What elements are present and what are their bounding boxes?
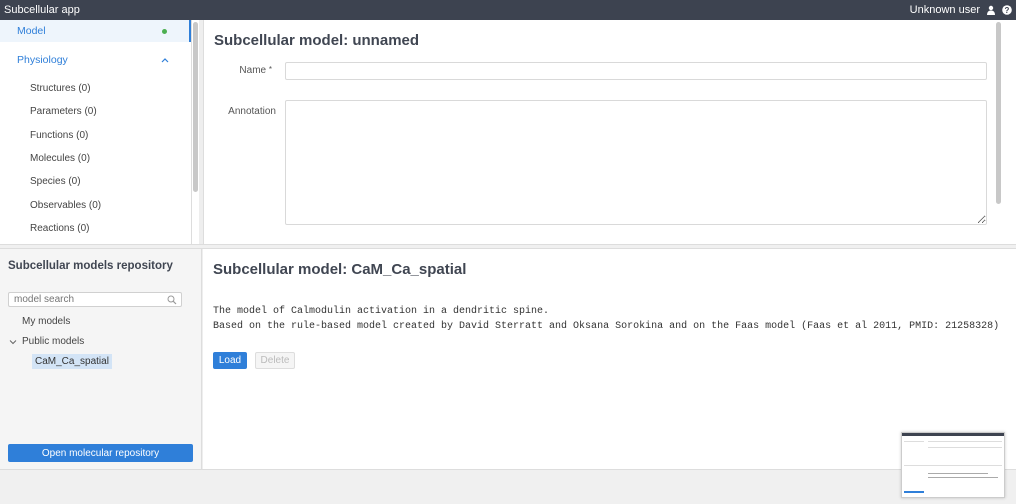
required-mark: * — [268, 65, 272, 74]
top-bar: Subcellular app Unknown user ? — [0, 0, 1016, 20]
model-description: The model of Calmodulin activation in a … — [213, 304, 999, 334]
tree-item-selected-model[interactable]: CaM_Ca_spatial — [32, 354, 112, 369]
page-title: Subcellular model: unnamed — [214, 32, 420, 49]
nav-sub-observables[interactable]: Observables (0) — [0, 193, 191, 216]
name-label-text: Name — [239, 65, 267, 76]
nav-sub-species[interactable]: Species (0) — [0, 170, 191, 193]
description-line: Based on the rule-based model created by… — [213, 321, 1000, 332]
search-icon — [167, 295, 177, 305]
svg-text:?: ? — [1005, 6, 1010, 15]
model-nav-panel: Model Physiology Structures (0) Paramete… — [0, 20, 192, 244]
user-name[interactable]: Unknown user — [910, 4, 980, 16]
chevron-up-icon[interactable] — [161, 57, 169, 63]
user-icon[interactable] — [986, 5, 996, 15]
nav-item-physiology[interactable]: Physiology — [0, 49, 191, 71]
nav-sub-functions[interactable]: Functions (0) — [0, 124, 191, 147]
load-button[interactable]: Load — [213, 352, 247, 369]
help-icon[interactable]: ? — [1002, 5, 1012, 15]
open-molecular-repository-button[interactable]: Open molecular repository — [8, 444, 193, 462]
chevron-down-icon[interactable] — [9, 338, 17, 346]
nav-sub-reactions[interactable]: Reactions (0) — [0, 217, 191, 240]
minimap-thumbnail[interactable] — [901, 432, 1005, 498]
delete-button: Delete — [255, 352, 295, 369]
name-label: Name * — [212, 65, 272, 76]
tree-item-my-models[interactable]: My models — [22, 316, 70, 327]
nav-item-label: Physiology — [17, 54, 68, 66]
app-title: Subcellular app — [4, 4, 80, 16]
repository-panel: Subcellular models repository My models … — [0, 249, 202, 469]
nav-sub-parameters[interactable]: Parameters (0) — [0, 100, 191, 123]
status-dot-icon — [162, 28, 167, 34]
description-line: The model of Calmodulin activation in a … — [213, 306, 550, 317]
repository-title: Subcellular models repository — [8, 260, 173, 272]
model-preview-panel: Subcellular model: CaM_Ca_spatial The mo… — [203, 249, 1016, 469]
status-bar — [0, 469, 1016, 504]
tree-item-public-models[interactable]: Public models — [22, 336, 84, 347]
nav-item-label: Model — [17, 25, 46, 37]
nav-item-model[interactable]: Model — [0, 20, 191, 42]
model-search-input[interactable] — [8, 292, 182, 307]
editor-scrollbar[interactable] — [996, 22, 1001, 204]
nav-scrollbar[interactable] — [193, 22, 198, 192]
annotation-label: Annotation — [228, 106, 276, 117]
model-editor-panel: Subcellular model: unnamed Name * Annota… — [203, 20, 1016, 246]
nav-sub-molecules[interactable]: Molecules (0) — [0, 147, 191, 170]
user-area: Unknown user ? — [910, 4, 1012, 16]
annotation-field[interactable] — [285, 100, 987, 225]
nav-sub-structures[interactable]: Structures (0) — [0, 77, 191, 100]
name-field[interactable] — [285, 62, 987, 80]
preview-title: Subcellular model: CaM_Ca_spatial — [213, 261, 467, 278]
